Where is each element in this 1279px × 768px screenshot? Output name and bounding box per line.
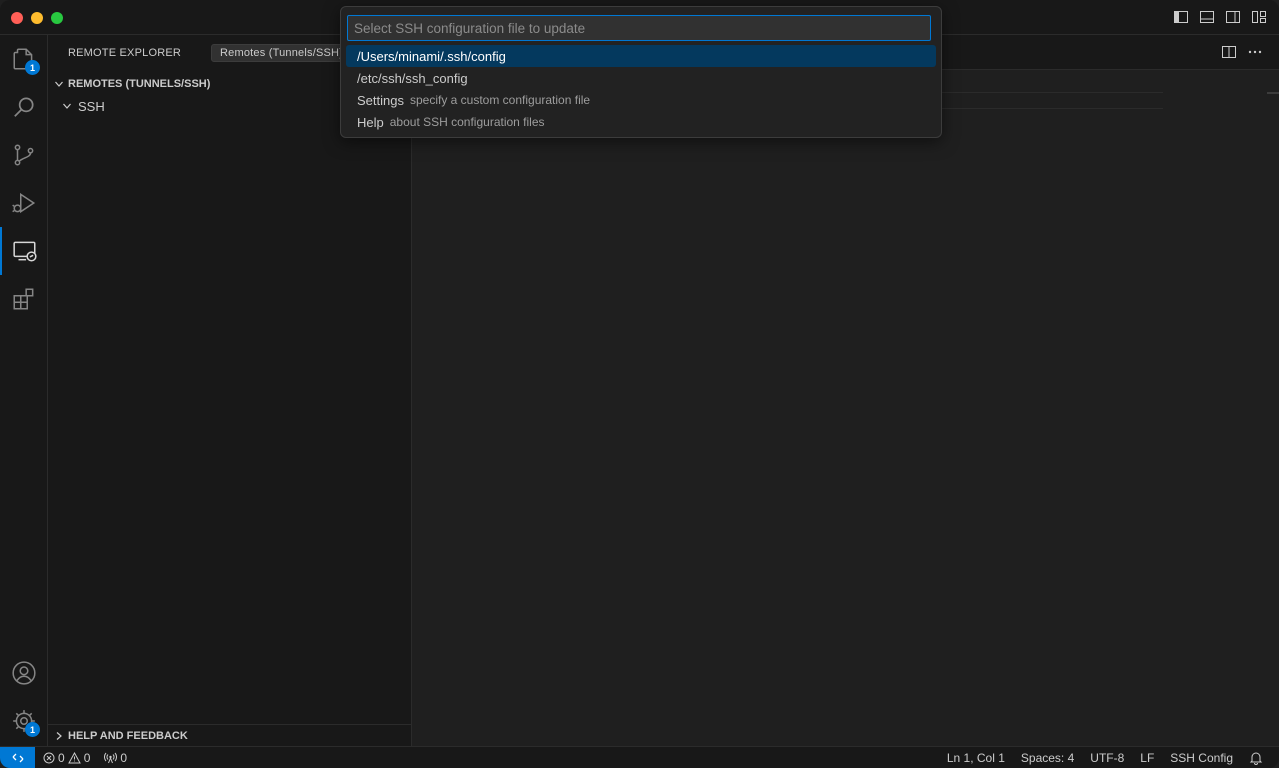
quick-pick-item-help[interactable]: Help about SSH configuration files [346,111,936,133]
warning-count: 0 [83,751,91,765]
toggle-panel-icon[interactable] [1199,9,1215,25]
source-control-button[interactable] [0,131,48,179]
minimize-window-button[interactable] [31,12,43,24]
cursor-position[interactable]: Ln 1, Col 1 [947,751,1005,765]
bell-icon [1249,752,1263,765]
help-feedback-section-header[interactable]: HELP AND FEEDBACK [48,724,411,746]
sidebar-title: REMOTE EXPLORER [68,46,182,59]
tree-item-label: SSH [78,98,105,114]
customize-layout-icon[interactable] [1251,9,1267,25]
quick-pick-item-etc-ssh-config[interactable]: /etc/ssh/ssh_config [346,67,936,89]
settings-badge: 1 [25,722,40,737]
remote-explorer-sidebar: REMOTE EXPLORER Remotes (Tunnels/SSH) RE… [48,35,412,746]
extensions-icon [13,288,34,310]
quick-pick-item-label: Help [357,114,384,130]
run-debug-button[interactable] [0,179,48,227]
language-mode[interactable]: SSH Config [1170,751,1233,765]
end-of-line[interactable]: LF [1140,751,1154,765]
editor-scrollbar[interactable] [1267,92,1279,94]
split-editor-icon[interactable] [1221,44,1237,60]
error-icon [43,752,55,764]
indentation[interactable]: Spaces: 4 [1021,751,1074,765]
close-window-button[interactable] [11,12,23,24]
section-title-label: REMOTES (TUNNELS/SSH) [68,78,211,90]
notifications-button[interactable] [1249,751,1263,765]
broadcast-icon [104,752,118,764]
quick-pick-item-description: specify a custom configuration file [409,93,591,107]
quick-pick-input[interactable] [347,15,931,41]
remote-icon [12,753,23,763]
vscode-window: 1 1 REMOTE EXPLORER Remotes (Tunnels/SSH… [0,0,1279,768]
status-right: Ln 1, Col 1 Spaces: 4 UTF-8 LF SSH Confi… [947,747,1263,768]
ports-count: 0 [120,751,128,765]
problems-indicator[interactable]: 0 0 [43,751,90,765]
quick-pick-item-user-ssh-config[interactable]: /Users/minami/.ssh/config [346,45,936,67]
warning-icon [67,752,81,764]
remote-type-select[interactable]: Remotes (Tunnels/SSH) [211,43,353,62]
chevron-down-icon [63,103,71,109]
extensions-button[interactable] [0,275,48,323]
run-debug-icon [12,192,36,214]
accounts-button[interactable] [0,649,48,697]
editor-actions [1221,44,1263,60]
remote-explorer-button[interactable] [0,227,48,275]
layout-controls [1173,9,1267,25]
search-icon [14,97,34,117]
error-count: 0 [58,751,65,765]
editor-area [412,35,1279,746]
help-section-label: HELP AND FEEDBACK [68,729,188,742]
chevron-right-icon [56,731,62,740]
search-button[interactable] [0,83,48,131]
status-left: 0 0 0 [43,747,127,768]
explorer-button[interactable]: 1 [0,35,48,83]
encoding[interactable]: UTF-8 [1090,751,1124,765]
activity-bar: 1 1 [0,35,48,746]
remote-explorer-icon [13,241,37,262]
status-bar: 0 0 0 Ln 1, Col 1 Spaces: 4 UTF-8 LF SSH… [0,746,1279,768]
quick-pick-item-label: /etc/ssh/ssh_config [357,70,468,86]
quick-pick-dialog: /Users/minami/.ssh/config /etc/ssh/ssh_c… [340,6,942,138]
quick-pick-item-settings[interactable]: Settings specify a custom configuration … [346,89,936,111]
source-control-icon [14,144,34,166]
more-actions-icon[interactable] [1247,44,1263,60]
maximize-window-button[interactable] [51,12,63,24]
explorer-badge: 1 [25,60,40,75]
toggle-primary-sidebar-icon[interactable] [1173,9,1189,25]
chevron-down-icon [55,81,63,87]
toggle-secondary-sidebar-icon[interactable] [1225,9,1241,25]
manage-settings-button[interactable]: 1 [0,697,48,745]
quick-pick-item-label: /Users/minami/.ssh/config [357,48,506,64]
quick-pick-list: /Users/minami/.ssh/config /etc/ssh/ssh_c… [346,45,936,133]
quick-pick-item-label: Settings [357,92,404,108]
remote-indicator-button[interactable] [0,747,35,768]
quick-pick-item-description: about SSH configuration files [389,115,545,129]
account-icon [12,661,36,685]
ports-indicator[interactable]: 0 [104,751,127,765]
